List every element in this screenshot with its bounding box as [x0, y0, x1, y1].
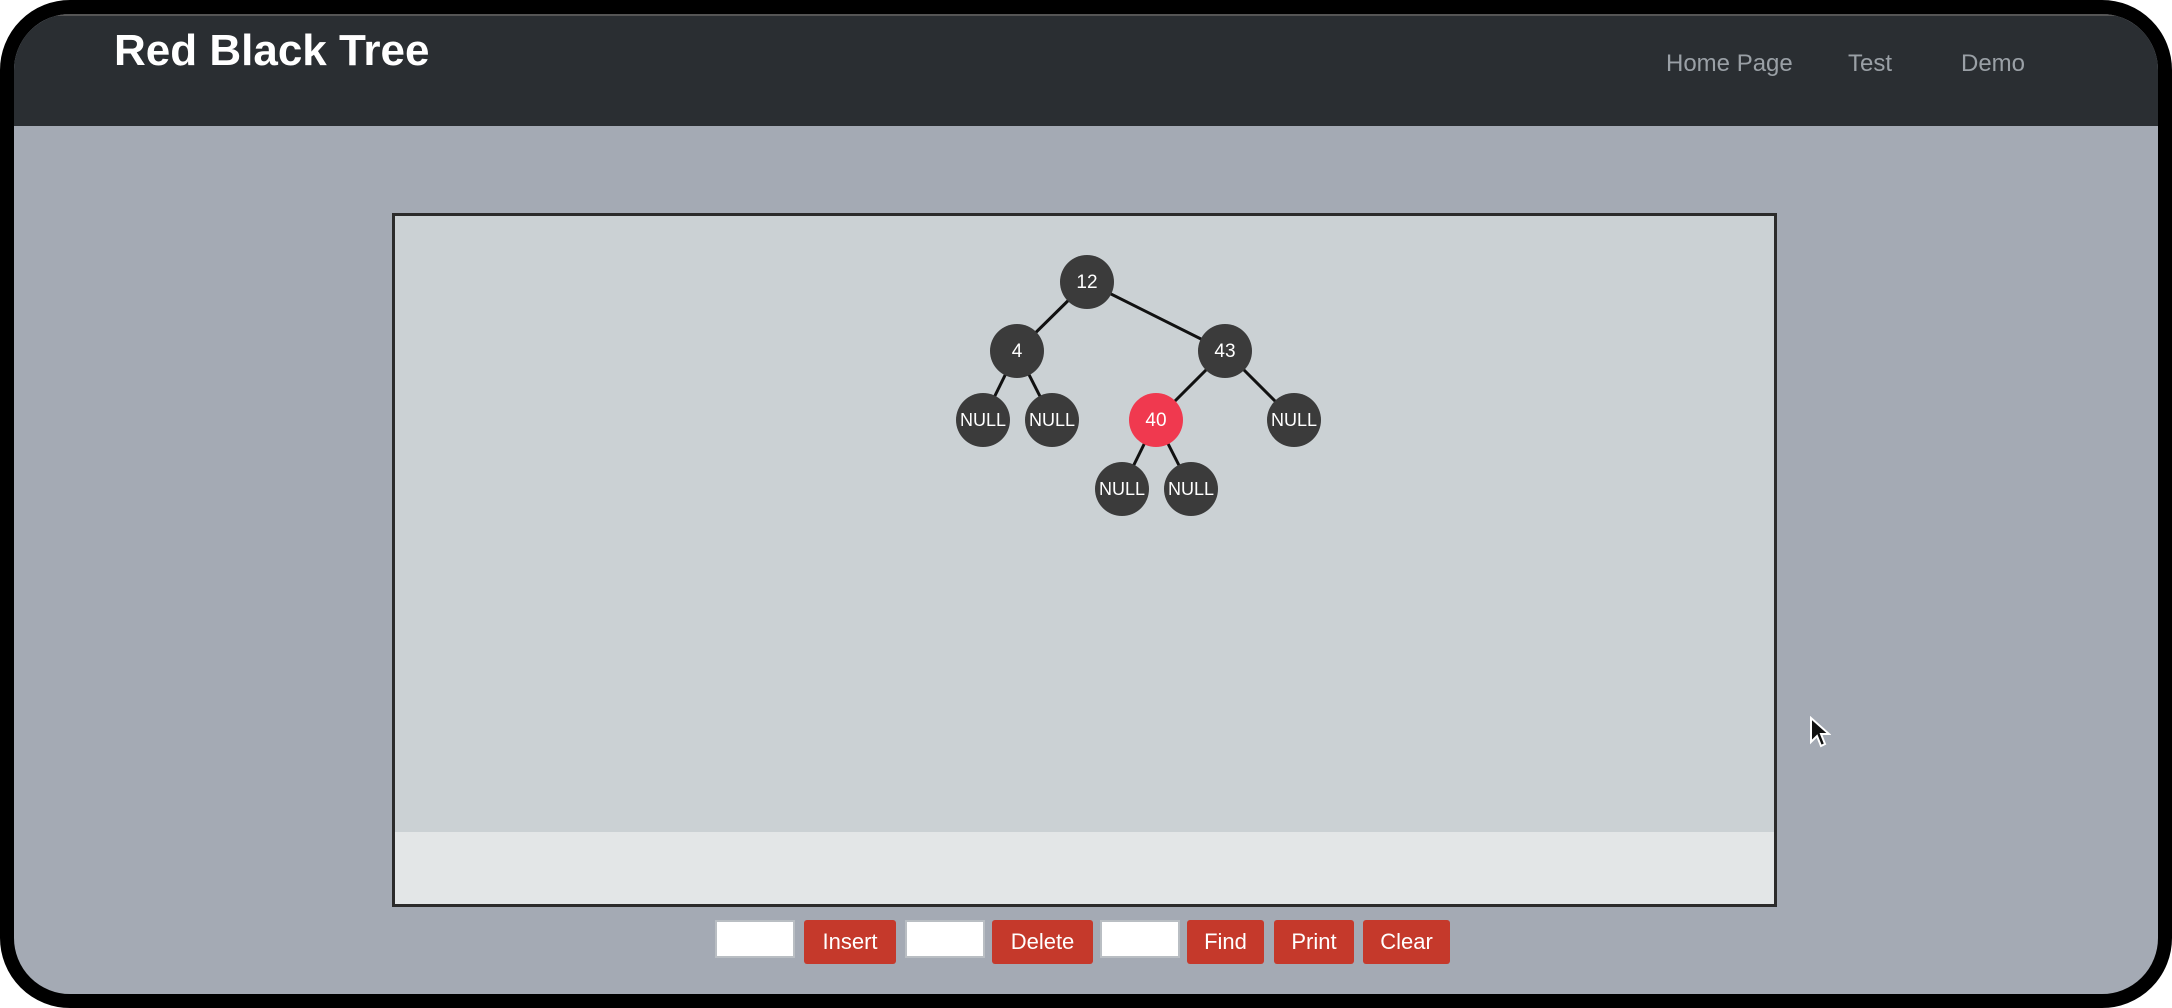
print-button[interactable]: Print — [1274, 920, 1354, 964]
nav-demo[interactable]: Demo — [1961, 50, 2025, 78]
node-label: NULL — [1271, 410, 1317, 430]
tree-node-12: 12 — [1060, 255, 1114, 309]
tree-node-43: 43 — [1198, 324, 1252, 378]
tree-diagram: 12 4 43 NULL NULL 40 NULL NULL NULL — [956, 255, 1321, 516]
null-leaf-node: NULL — [1025, 393, 1079, 447]
mouse-cursor-icon — [1810, 716, 1831, 748]
tree-canvas: 12 4 43 NULL NULL 40 NULL NULL NULL — [392, 213, 1777, 907]
node-label: 4 — [1012, 341, 1023, 362]
delete-value-input[interactable] — [905, 920, 985, 958]
clear-button[interactable]: Clear — [1363, 920, 1450, 964]
null-leaf-node: NULL — [1267, 393, 1321, 447]
node-label: 40 — [1145, 410, 1166, 431]
tree-node-4: 4 — [990, 324, 1044, 378]
node-label: NULL — [1099, 479, 1145, 499]
null-leaf-node: NULL — [956, 393, 1010, 447]
node-label: 12 — [1076, 272, 1097, 293]
control-bar: Insert Delete Find Print Clear — [14, 920, 2158, 964]
nav-home-page[interactable]: Home Page — [1666, 50, 1793, 78]
find-value-input[interactable] — [1100, 920, 1180, 958]
site-title[interactable]: Red Black Tree — [114, 26, 430, 76]
null-leaf-node: NULL — [1164, 462, 1218, 516]
node-label: NULL — [1029, 410, 1075, 430]
canvas-footer — [395, 832, 1774, 904]
delete-button[interactable]: Delete — [992, 920, 1093, 964]
find-button[interactable]: Find — [1187, 920, 1264, 964]
insert-button[interactable]: Insert — [804, 920, 896, 964]
app-window: Red Black Tree Home Page Test Demo 12 4 43… — [0, 0, 2172, 1008]
nav-test[interactable]: Test — [1848, 50, 1892, 78]
node-label: NULL — [960, 410, 1006, 430]
top-nav-bar: Red Black Tree Home Page Test Demo — [14, 14, 2158, 126]
node-label: 43 — [1214, 341, 1235, 362]
node-label: NULL — [1168, 479, 1214, 499]
insert-value-input[interactable] — [715, 920, 795, 958]
tree-node-40: 40 — [1129, 393, 1183, 447]
null-leaf-node: NULL — [1095, 462, 1149, 516]
